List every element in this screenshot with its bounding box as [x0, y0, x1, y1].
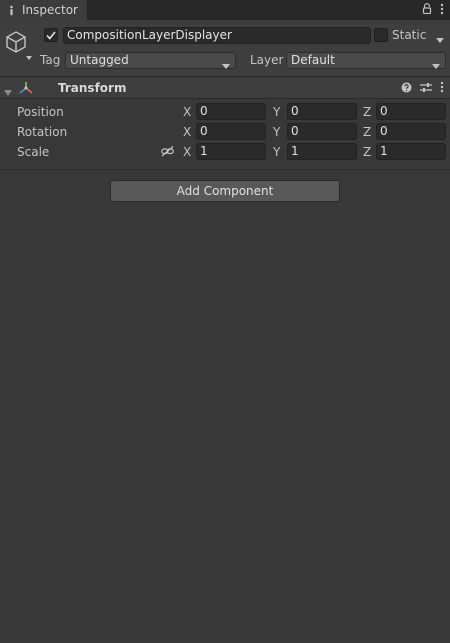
- chevron-down-icon: [222, 58, 230, 73]
- layer-dropdown[interactable]: Default: [286, 52, 446, 69]
- scale-z-axis-label: Z: [363, 145, 372, 159]
- static-label: Static: [392, 28, 427, 42]
- layer-label: Layer: [250, 53, 284, 67]
- scale-z-field[interactable]: 1: [376, 143, 446, 160]
- kebab-menu-icon[interactable]: [440, 81, 444, 96]
- position-z-axis-label: Z: [363, 105, 372, 119]
- help-icon[interactable]: [401, 82, 412, 96]
- position-y-axis-label: Y: [273, 105, 281, 119]
- transform-icon: [18, 81, 34, 95]
- layer-value: Default: [291, 53, 335, 67]
- rotation-y-field[interactable]: 0: [287, 123, 357, 140]
- foldout-arrow-icon[interactable]: [4, 85, 12, 99]
- cube-icon[interactable]: [4, 28, 34, 60]
- position-z-field[interactable]: 0: [376, 103, 446, 120]
- scale-y-field[interactable]: 1: [287, 143, 357, 160]
- tab-title: Inspector: [22, 3, 78, 17]
- static-dropdown-icon[interactable]: [436, 32, 444, 46]
- rotation-z-axis-label: Z: [363, 125, 372, 139]
- sliders-icon[interactable]: [420, 82, 432, 96]
- lock-icon[interactable]: [422, 3, 432, 17]
- chevron-down-icon: [432, 58, 440, 73]
- static-checkbox[interactable]: [374, 28, 388, 42]
- tag-value: Untagged: [70, 53, 129, 67]
- add-component-button[interactable]: Add Component: [110, 180, 340, 202]
- scale-y-axis-label: Y: [273, 145, 281, 159]
- position-label: Position: [17, 105, 64, 119]
- rotation-z-field[interactable]: 0: [376, 123, 446, 140]
- active-checkbox[interactable]: [44, 28, 58, 42]
- rotation-x-field[interactable]: 0: [196, 123, 266, 140]
- position-x-field[interactable]: 0: [196, 103, 266, 120]
- inspector-icon: [0, 5, 22, 16]
- transform-component-header[interactable]: Transform: [0, 78, 450, 99]
- tab-inspector[interactable]: Inspector: [0, 0, 88, 20]
- scale-x-axis-label: X: [183, 145, 192, 159]
- tag-label: Tag: [40, 53, 61, 67]
- rotation-y-axis-label: Y: [273, 125, 281, 139]
- position-y-field[interactable]: 0: [287, 103, 357, 120]
- link-icon[interactable]: [161, 146, 174, 160]
- scale-x-field[interactable]: 1: [196, 143, 266, 160]
- kebab-menu-icon[interactable]: [440, 3, 444, 18]
- rotation-x-axis-label: X: [183, 125, 192, 139]
- scale-label: Scale: [17, 145, 50, 159]
- component-title: Transform: [58, 81, 127, 95]
- tab-bar: Inspector: [0, 0, 450, 20]
- position-x-axis-label: X: [183, 105, 192, 119]
- gameobject-header: CompositionLayerDisplayer Static Tag Unt…: [0, 20, 450, 77]
- rotation-label: Rotation: [17, 125, 68, 139]
- object-name-field[interactable]: CompositionLayerDisplayer: [63, 27, 371, 44]
- tag-dropdown[interactable]: Untagged: [65, 52, 236, 69]
- divider: [0, 169, 450, 170]
